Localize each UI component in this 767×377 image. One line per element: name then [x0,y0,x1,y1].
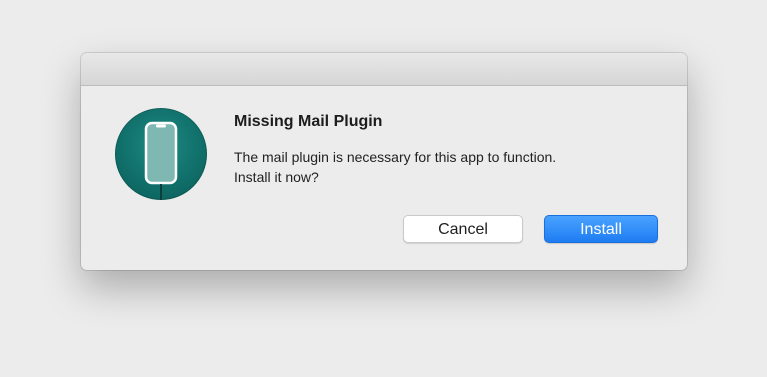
dialog-message: The mail plugin is necessary for this ap… [234,147,664,187]
alert-dialog: Missing Mail Plugin The mail plugin is n… [81,53,687,270]
dialog-title: Missing Mail Plugin [234,113,383,130]
install-button[interactable]: Install [544,215,658,243]
phone-app-icon [115,108,207,200]
dialog-titlebar[interactable] [81,53,687,86]
cancel-button[interactable]: Cancel [403,215,523,243]
dialog-message-line: Install it now? [234,169,319,185]
dialog-message-line: The mail plugin is necessary for this ap… [234,149,557,165]
